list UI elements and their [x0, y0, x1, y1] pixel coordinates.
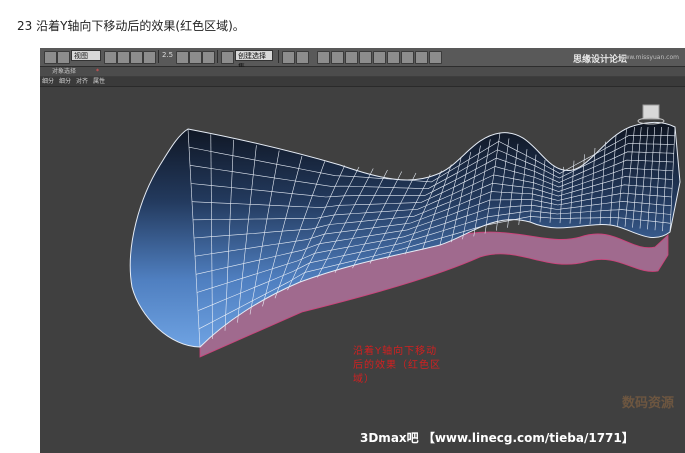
main-toolbar: 视图 2.5 创建选择集 思缘设计论坛 www.missyuan.com: [40, 48, 685, 71]
reference-coordinate-dropdown[interactable]: 视图: [71, 50, 101, 61]
angle-snap-icon[interactable]: [176, 51, 189, 64]
curve-editor-icon[interactable]: [345, 51, 358, 64]
mirror-icon[interactable]: [282, 51, 295, 64]
viewport-menu-bar: 细分 细分 对齐 属性: [40, 77, 685, 87]
selection-filter-bar: 对象选择 *: [40, 67, 685, 76]
step-caption: 23 沿着Y轴向下移动后的效果(红色区域)。: [17, 19, 245, 33]
toolbar-divider: [158, 50, 159, 63]
viewcube-icon[interactable]: [637, 104, 665, 125]
edit-named-selection-icon[interactable]: [221, 51, 234, 64]
layer-manager-icon[interactable]: [317, 51, 330, 64]
render-setup-icon[interactable]: [387, 51, 400, 64]
render-icon[interactable]: [415, 51, 428, 64]
material-editor-icon[interactable]: [373, 51, 386, 64]
watermark: 3Dmax吧 【www.linecg.com/tieba/1771】: [360, 431, 634, 445]
spinner-snap-icon[interactable]: [202, 51, 215, 64]
modified-marker: *: [96, 68, 99, 75]
menu-item-properties[interactable]: 属性: [93, 77, 105, 86]
rotate-icon[interactable]: [143, 51, 156, 64]
pivot-center-icon[interactable]: [104, 51, 117, 64]
menu-item-subdivide-2[interactable]: 细分: [59, 77, 71, 86]
menu-item-subdivide[interactable]: 细分: [42, 77, 54, 86]
annotation-text: 沿着Y轴向下移动后的效果（红色区域）: [353, 346, 441, 385]
render-frame-icon[interactable]: [401, 51, 414, 64]
graphite-tools-icon[interactable]: [331, 51, 344, 64]
forum-url: www.missyuan.com: [619, 54, 679, 61]
schematic-view-icon[interactable]: [359, 51, 372, 64]
undo-icon[interactable]: [44, 51, 57, 64]
snap-count-label[interactable]: 2.5: [162, 51, 173, 59]
menu-item-align[interactable]: 对齐: [76, 77, 88, 86]
named-selection-dropdown[interactable]: 创建选择集: [235, 50, 273, 71]
redo-icon[interactable]: [57, 51, 70, 64]
perspective-viewport[interactable]: 沿着Y轴向下移动后的效果（红色区域） 3Dmax吧 【www.linecg.co…: [40, 87, 685, 453]
surface-model: [129, 104, 681, 358]
percent-snap-icon[interactable]: [189, 51, 202, 64]
toolbar-divider: [217, 50, 218, 63]
object-selection-label: 对象选择: [52, 68, 77, 75]
site-logo: 数码资源: [622, 396, 675, 411]
3dsmax-window: 视图 2.5 创建选择集 思缘设计论坛 www.missyuan.com 对象选…: [40, 48, 685, 453]
align-icon[interactable]: [296, 51, 309, 64]
move-icon[interactable]: [130, 51, 143, 64]
render-production-icon[interactable]: [429, 51, 442, 64]
select-icon[interactable]: [117, 51, 130, 64]
toolbar-divider: [278, 50, 279, 63]
